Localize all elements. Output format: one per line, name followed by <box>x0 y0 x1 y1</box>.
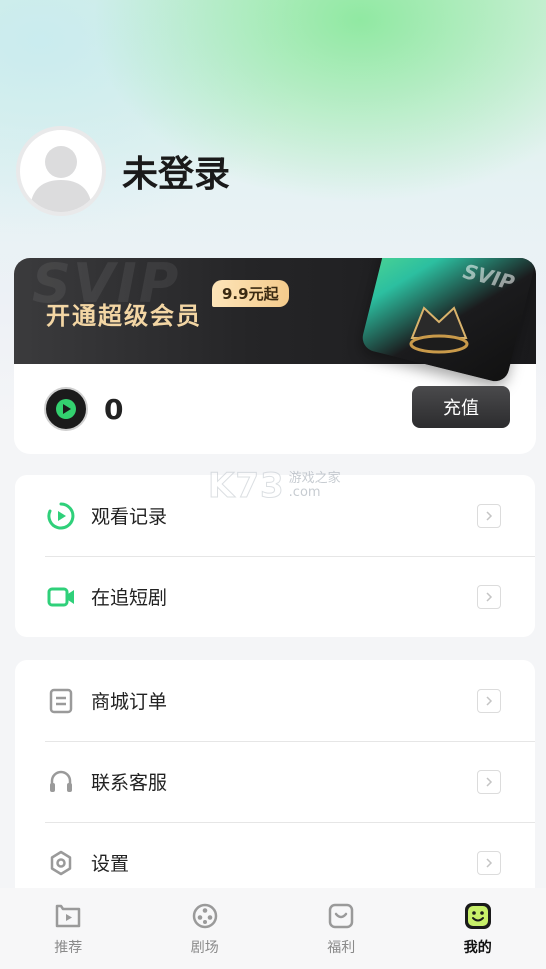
smiley-face-icon <box>463 901 493 931</box>
chevron-right-icon <box>477 503 501 528</box>
tab-mine[interactable]: 我的 <box>410 888 546 969</box>
tab-label: 我的 <box>463 939 492 956</box>
tv-play-icon <box>53 901 83 931</box>
headset-icon <box>45 766 77 798</box>
crown-icon <box>409 306 469 354</box>
chevron-right-icon <box>477 850 501 875</box>
tab-recommend[interactable]: 推荐 <box>0 888 137 969</box>
menu-item-following-dramas[interactable]: 在追短剧 <box>15 556 535 637</box>
username[interactable]: 未登录 <box>122 145 230 197</box>
menu-item-customer-service[interactable]: 联系客服 <box>15 741 535 822</box>
svip-card-text: SVIP <box>460 259 517 295</box>
profile-header: 未登录 <box>16 126 230 216</box>
site-watermark: K73 游戏之家 .com <box>208 466 341 507</box>
tab-label: 剧场 <box>190 939 219 956</box>
chevron-right-icon <box>477 769 501 794</box>
order-icon <box>45 685 77 717</box>
film-reel-icon <box>190 901 220 931</box>
avatar[interactable] <box>16 126 106 216</box>
tab-label: 推荐 <box>54 939 83 956</box>
chevron-right-icon <box>477 688 501 713</box>
menu-item-orders[interactable]: 商城订单 <box>15 660 535 741</box>
coin-icon <box>44 387 88 431</box>
vip-card: SVIP 开通超级会员 9.9元起 SVIP 0 充值 <box>14 258 536 454</box>
play-circle-icon <box>45 500 77 532</box>
vip-banner[interactable]: SVIP 开通超级会员 9.9元起 SVIP <box>14 258 536 385</box>
settings-icon <box>45 847 77 879</box>
watermark-line1: 游戏之家 <box>288 471 341 486</box>
tab-welfare[interactable]: 福利 <box>273 888 410 969</box>
menu-label: 商城订单 <box>91 691 168 713</box>
gift-smile-icon <box>326 901 356 931</box>
chevron-right-icon <box>477 584 501 609</box>
video-camera-icon <box>45 581 77 613</box>
coin-balance: 0 <box>104 392 124 426</box>
menu-label: 设置 <box>91 853 130 875</box>
wallet-row: 0 充值 <box>14 364 536 454</box>
menu-group-account: 商城订单 联系客服 设置 <box>15 660 535 900</box>
tab-theater[interactable]: 剧场 <box>137 888 274 969</box>
watermark-brand: K73 <box>208 466 285 507</box>
menu-label: 在追短剧 <box>91 587 168 609</box>
default-avatar-icon <box>30 146 92 212</box>
watermark-line2: .com <box>288 485 321 500</box>
menu-label: 联系客服 <box>91 772 168 794</box>
bottom-tab-bar: 推荐 剧场 福利 我的 <box>0 888 546 969</box>
recharge-button[interactable]: 充值 <box>412 386 510 428</box>
vip-price-badge: 9.9元起 <box>212 280 289 307</box>
tab-label: 福利 <box>327 939 356 956</box>
vip-title: 开通超级会员 <box>46 302 202 330</box>
menu-label: 观看记录 <box>91 506 168 528</box>
